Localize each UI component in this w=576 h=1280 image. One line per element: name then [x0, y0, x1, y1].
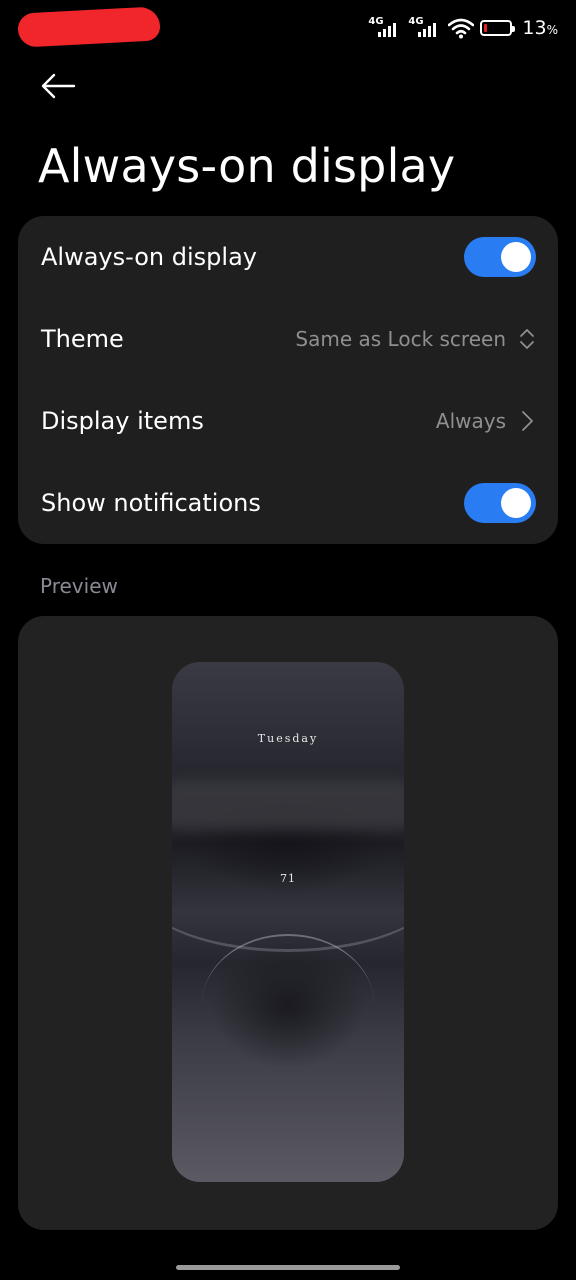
display-items-label: Display items	[41, 407, 204, 435]
preview-section-label: Preview	[40, 574, 118, 598]
theme-value: Same as Lock screen	[295, 327, 506, 351]
cellular-signal-icon-2: 4G	[408, 17, 442, 39]
notifications-toggle[interactable]	[464, 483, 536, 523]
battery-fill	[484, 24, 488, 32]
back-arrow-icon[interactable]	[38, 70, 78, 102]
wifi-icon	[448, 18, 475, 39]
wallpaper-arc	[202, 934, 374, 1074]
screen: 4G 4G 13% Always-on display Always-on di…	[0, 0, 576, 1280]
battery-percentage: 13%	[522, 17, 558, 39]
aod-label: Always-on display	[41, 243, 257, 271]
preview-number-text: 71	[280, 872, 296, 885]
page-title: Always-on display	[38, 139, 456, 193]
cellular-signal-icon: 4G	[368, 17, 402, 39]
aod-toggle[interactable]	[464, 237, 536, 277]
notifications-row[interactable]: Show notifications	[18, 462, 558, 544]
theme-label: Theme	[41, 325, 124, 353]
chevron-right-icon	[522, 411, 533, 431]
preview-card: Tuesday 71	[18, 616, 558, 1230]
display-items-row[interactable]: Display items Always	[18, 380, 558, 462]
theme-row[interactable]: Theme Same as Lock screen	[18, 298, 558, 380]
status-icons: 4G 4G 13%	[368, 14, 558, 42]
toggle-knob	[501, 242, 531, 272]
home-indicator[interactable]	[176, 1265, 400, 1270]
battery-icon	[480, 20, 516, 36]
aod-preview-image[interactable]: Tuesday 71	[172, 662, 404, 1182]
blurred-clock	[172, 780, 404, 830]
chevron-up-down-icon	[520, 329, 534, 349]
status-bar: 4G 4G 13%	[0, 0, 576, 56]
aod-row[interactable]: Always-on display	[18, 216, 558, 298]
notifications-label: Show notifications	[41, 489, 261, 517]
toggle-knob	[501, 488, 531, 518]
preview-day-text: Tuesday	[257, 732, 319, 745]
settings-card: Always-on display Theme Same as Lock scr…	[18, 216, 558, 544]
display-items-value: Always	[435, 409, 506, 433]
redacted-clock	[17, 6, 161, 48]
